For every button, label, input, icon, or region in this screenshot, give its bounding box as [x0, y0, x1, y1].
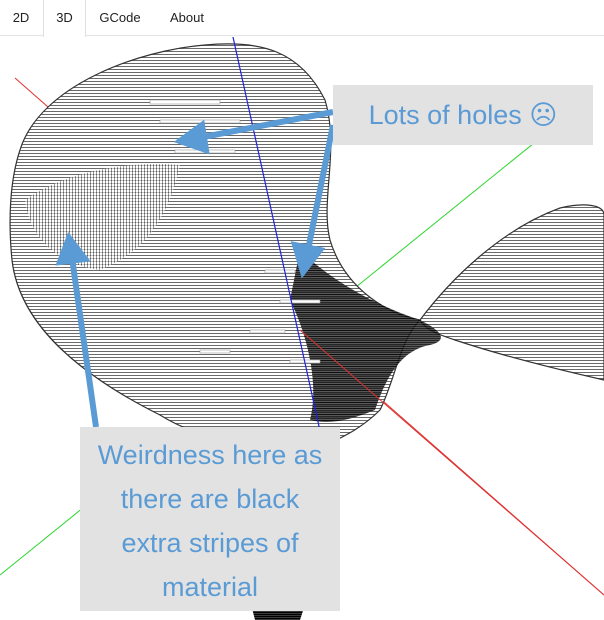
tab-2d[interactable]: 2D [0, 0, 42, 36]
weirdness-line-3: extra stripes of [121, 528, 299, 558]
weirdness-callout: Weirdness here as there are black extra … [80, 427, 340, 611]
tab-bar: 2D 3D GCode About [0, 0, 604, 37]
3d-viewport[interactable]: Lots of holes ☹ Weirdness here as there … [0, 37, 604, 620]
tab-about[interactable]: About [154, 0, 220, 36]
holes-callout: Lots of holes ☹ [333, 85, 593, 145]
tab-3d[interactable]: 3D [43, 0, 86, 37]
holes-callout-text: Lots of holes ☹ [368, 100, 558, 130]
tab-gcode[interactable]: GCode [86, 0, 154, 36]
mesh-right-lobe [419, 204, 604, 381]
weirdness-line-1: Weirdness here as [97, 440, 323, 470]
weirdness-line-2: there are black [120, 484, 300, 514]
weirdness-line-4: material [161, 572, 259, 602]
